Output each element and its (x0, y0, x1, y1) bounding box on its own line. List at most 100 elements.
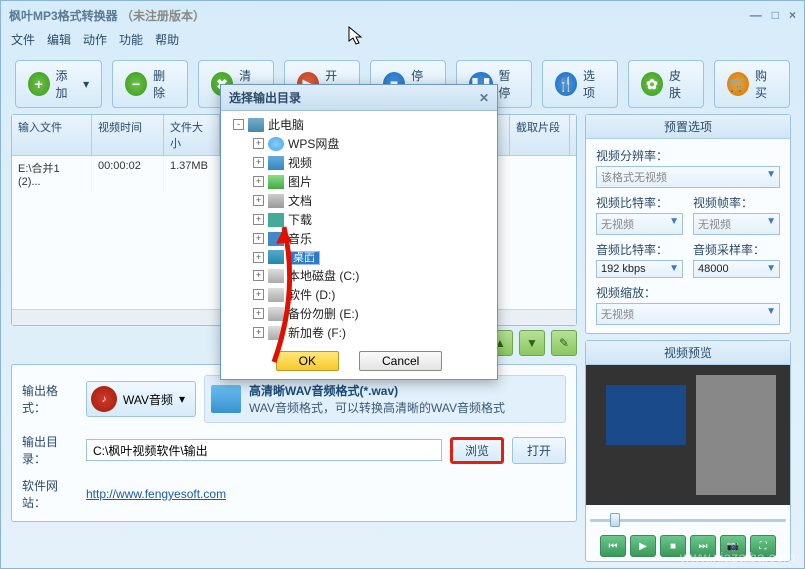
maximize-button[interactable]: □ (772, 8, 779, 22)
node-label: 备份勿删 (E:) (288, 305, 359, 322)
plus-icon: + (28, 72, 50, 96)
seek-slider[interactable] (590, 511, 786, 529)
tree-node[interactable]: +图片 (225, 172, 493, 191)
node-label: 文档 (288, 192, 312, 209)
output-panel: 输出格式： ♪ WAV音频 ▾ 高清晰WAV音频格式(*.wav)WAV音频格式… (11, 364, 577, 522)
menu-action[interactable]: 动作 (83, 31, 107, 48)
expand-icon[interactable]: + (253, 308, 264, 319)
disk-icon (268, 269, 284, 283)
expand-icon[interactable]: + (253, 289, 264, 300)
expand-icon[interactable]: + (253, 195, 264, 206)
output-dir-input[interactable] (86, 439, 442, 461)
node-label: 视频 (288, 154, 312, 171)
dialog-titlebar: 选择输出目录 ✕ (221, 85, 497, 111)
preview-video (586, 365, 790, 505)
menu-function[interactable]: 功能 (119, 31, 143, 48)
doc-icon (211, 385, 241, 413)
menu-edit[interactable]: 编辑 (47, 31, 71, 48)
minimize-button[interactable]: — (750, 8, 762, 22)
fullscreen-button[interactable]: ⛶ (750, 535, 776, 557)
video-bitrate-select[interactable]: 无视频 (596, 213, 683, 235)
folder-dialog: 选择输出目录 ✕ -此电脑+WPS网盘+视频+图片+文档+下载+音乐+桌面+本地… (220, 84, 498, 380)
ok-button[interactable]: OK (276, 351, 339, 371)
close-button[interactable]: × (789, 8, 796, 22)
asamp-label: 音频采样率： (693, 241, 780, 258)
tree-node[interactable]: + 文档 (225, 191, 493, 210)
expand-icon[interactable]: + (253, 138, 264, 149)
audio-sample-select[interactable]: 48000 (693, 260, 780, 278)
abit-label: 音频比特率： (596, 241, 683, 258)
play-preview-button[interactable]: ▶ (630, 535, 656, 557)
tree-node[interactable]: + 本地磁盘 (C:) (225, 266, 493, 285)
stop-preview-button[interactable]: ■ (660, 535, 686, 557)
expand-icon[interactable]: + (253, 233, 264, 244)
expand-icon[interactable]: + (253, 270, 264, 281)
expand-icon[interactable]: + (253, 157, 264, 168)
edit-button[interactable]: ✎ (551, 330, 577, 356)
vbit-label: 视频比特率： (596, 194, 683, 211)
video-fps-select[interactable]: 无视频 (693, 213, 780, 235)
snapshot-button[interactable]: 📷 (720, 535, 746, 557)
node-label: 软件 (D:) (288, 286, 335, 303)
expand-icon[interactable]: - (233, 119, 244, 130)
folder-tree[interactable]: -此电脑+WPS网盘+视频+图片+文档+下载+音乐+桌面+本地磁盘 (C:)+软… (221, 111, 497, 343)
skin-icon: ✿ (641, 72, 663, 96)
options-button[interactable]: 🍴选项 (542, 60, 618, 108)
tree-node[interactable]: -此电脑 (225, 115, 493, 134)
tree-node[interactable]: + 视频 (225, 153, 493, 172)
menu-file[interactable]: 文件 (11, 31, 35, 48)
remove-button[interactable]: −删除 (112, 60, 188, 108)
preview-title: 视频预览 (586, 341, 790, 365)
tree-node[interactable]: + 备份勿删 (E:) (225, 304, 493, 323)
disk-icon (268, 288, 284, 302)
disk-icon (268, 326, 284, 340)
res-label: 视频分辨率： (596, 147, 780, 164)
cancel-button[interactable]: Cancel (359, 351, 442, 371)
menu-help[interactable]: 帮助 (155, 31, 179, 48)
audio-bitrate-select[interactable]: 192 kbps (596, 260, 683, 278)
buy-button[interactable]: 🛒购买 (714, 60, 790, 108)
node-label: 桌面 (288, 249, 320, 265)
video-zoom-select[interactable]: 无视频 (596, 303, 780, 325)
format-selector[interactable]: ♪ WAV音频 ▾ (86, 381, 196, 417)
next-button[interactable]: ⏭ (690, 535, 716, 557)
titlebar: 枫叶MP3格式转换器 （未注册版本） — □ × (1, 1, 804, 29)
resolution-select[interactable]: 该格式无视频 (596, 166, 780, 188)
skin-button[interactable]: ✿皮肤 (628, 60, 704, 108)
open-button[interactable]: 打开 (512, 437, 566, 464)
dialog-close-button[interactable]: ✕ (479, 91, 489, 105)
node-label: 下载 (288, 211, 312, 228)
desktop-icon (268, 250, 284, 264)
pic-icon (268, 175, 284, 189)
expand-icon[interactable]: + (253, 176, 264, 187)
prev-button[interactable]: ⏮ (600, 535, 626, 557)
site-label: 软件网站： (22, 477, 78, 511)
add-button[interactable]: +添加 ▾ (15, 60, 102, 108)
format-label: 输出格式： (22, 382, 78, 416)
tree-node[interactable]: + WPS网盘 (225, 134, 493, 153)
wav-icon: ♪ (91, 386, 117, 412)
website-link[interactable]: http://www.fengyesoft.com (86, 487, 226, 501)
expand-icon[interactable]: + (253, 252, 264, 263)
cloud-icon (268, 137, 284, 151)
pc-icon (248, 118, 264, 132)
tree-node[interactable]: + 软件 (D:) (225, 285, 493, 304)
vzoom-label: 视频缩放： (596, 284, 780, 301)
node-label: 新加卷 (F:) (288, 324, 346, 341)
node-label: 本地磁盘 (C:) (288, 267, 359, 284)
tree-node[interactable]: +音乐 (225, 229, 493, 248)
move-down-button[interactable]: ▼ (519, 330, 545, 356)
tree-node[interactable]: + 新加卷 (F:) (225, 323, 493, 342)
expand-icon[interactable]: + (253, 214, 264, 225)
node-label: WPS网盘 (288, 135, 339, 152)
expand-icon[interactable]: + (253, 327, 264, 338)
tree-node[interactable]: + 桌面 (225, 248, 493, 266)
disk-icon (268, 307, 284, 321)
browse-button[interactable]: 浏览 (450, 437, 504, 464)
doc-icon (268, 194, 284, 208)
tree-node[interactable]: + 下载 (225, 210, 493, 229)
music-icon (268, 232, 284, 246)
video-icon (268, 156, 284, 170)
cart-icon: 🛒 (727, 72, 749, 96)
options-icon: 🍴 (555, 72, 577, 96)
